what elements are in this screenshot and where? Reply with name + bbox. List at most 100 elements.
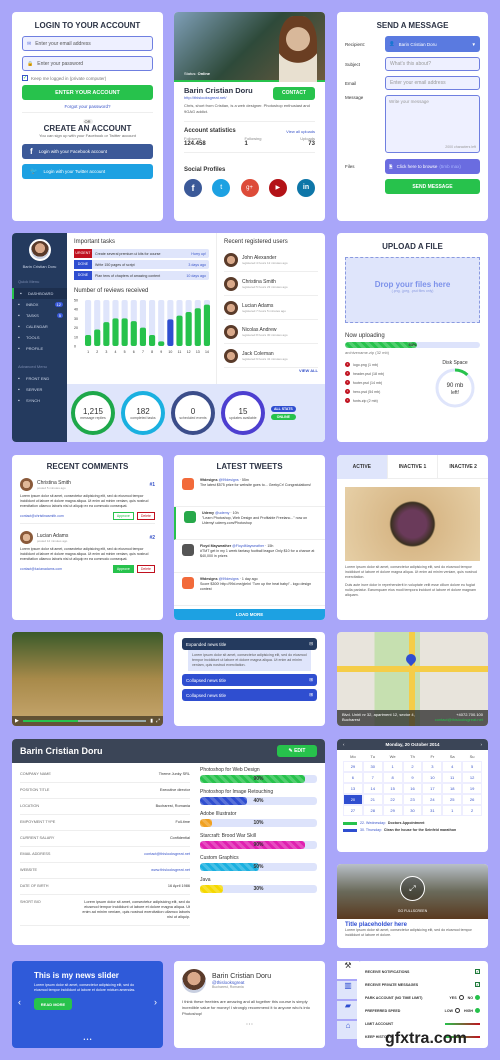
radio-a[interactable] xyxy=(458,995,464,1000)
sidebar-item-synch[interactable]: ▪ SYNCH xyxy=(12,395,67,406)
view-all-uploads-link[interactable]: View all uploads xyxy=(286,129,315,134)
setting-checkbox[interactable]: ✓ xyxy=(475,969,480,974)
bar-6[interactable] xyxy=(130,321,137,346)
sidebar-item-profile[interactable]: ▪ PROFILE xyxy=(12,343,67,354)
calendar-day[interactable]: 18 xyxy=(442,783,463,794)
sidebar-item-tools[interactable]: ▪ TOOLS xyxy=(12,332,67,343)
contact-button[interactable]: CONTACT xyxy=(273,86,315,100)
calendar-day[interactable]: 2 xyxy=(462,805,482,816)
user-item[interactable]: Jack Coleman registered 9 hours 41 minute… xyxy=(224,344,318,368)
bar-7[interactable] xyxy=(139,327,146,346)
delete-button[interactable]: Delete xyxy=(136,512,155,520)
calendar-day[interactable]: 27 xyxy=(343,805,363,816)
bar-12[interactable] xyxy=(185,311,192,346)
calendar-day[interactable]: 24 xyxy=(422,794,443,805)
calendar-day[interactable]: 11 xyxy=(442,772,463,783)
remember-checkbox[interactable]: ✓ xyxy=(22,75,28,81)
tab-stats[interactable]: ▥ xyxy=(337,981,359,999)
bar-8[interactable] xyxy=(149,334,156,346)
radio-b[interactable] xyxy=(475,1008,480,1013)
file-browse-button[interactable]: 🗎 Click here to browse (5mb max) xyxy=(385,159,480,174)
tab-home[interactable]: ⌂ xyxy=(337,1021,359,1039)
tweet[interactable]: 99designs @99designs · 1 day ago Score $3… xyxy=(174,573,325,606)
profile-url[interactable]: http://thislooksgreat.net/ xyxy=(184,95,253,100)
youtube-icon[interactable]: ▶ xyxy=(268,179,287,197)
accordion-expanded-header[interactable]: Expanded news title ⊟ xyxy=(182,638,317,650)
bar-4[interactable] xyxy=(112,318,119,346)
map-card[interactable]: Blvd. Unirii nr 32, apartment 12, sector… xyxy=(337,632,488,726)
twitter-login-button[interactable]: 🐦 Login with your Twitter account xyxy=(22,164,153,179)
subject-input[interactable]: What's this about? xyxy=(385,57,480,71)
bar-2[interactable] xyxy=(94,329,101,346)
remove-file-icon[interactable]: × xyxy=(345,389,350,394)
next-slide-icon[interactable]: › xyxy=(154,997,157,1007)
delete-button[interactable]: Delete xyxy=(136,565,155,573)
tab-inactive-2[interactable]: INACTIVE 2 xyxy=(437,455,488,479)
send-message-button[interactable]: SEND MESSAGE xyxy=(385,179,480,194)
calendar-day[interactable]: 23 xyxy=(402,794,423,805)
google-plus-icon[interactable]: g+ xyxy=(240,179,259,197)
calendar-day[interactable]: 17 xyxy=(422,783,443,794)
user-item[interactable]: Nicolas Andrew registered 8 hours 30 minu… xyxy=(224,320,318,344)
tab-active[interactable]: ACTIVE xyxy=(337,455,387,479)
bar-14[interactable] xyxy=(203,304,210,346)
calendar-day[interactable]: 2 xyxy=(402,761,423,772)
calendar-day[interactable]: 1 xyxy=(442,805,463,816)
calendar-day[interactable]: 9 xyxy=(402,772,423,783)
tweet-handle[interactable]: @FloydMayweather xyxy=(232,544,264,548)
accordion-collapsed-header[interactable]: Collapsed news title ⊞ xyxy=(182,689,317,701)
task-item[interactable]: DONE Write 150 pages of script 3 days ago xyxy=(74,260,209,269)
calendar-day[interactable]: 1 xyxy=(382,761,403,772)
sidebar-item-calendar[interactable]: ▪ CALENDAR xyxy=(12,321,67,332)
calendar-day[interactable]: 31 xyxy=(422,805,443,816)
tweet-handle[interactable]: @udemy xyxy=(215,511,229,515)
enter-account-button[interactable]: ENTER YOUR ACCOUNT xyxy=(22,85,153,100)
calendar-day[interactable]: 4 xyxy=(442,761,463,772)
calendar-day[interactable]: 26 xyxy=(462,794,482,805)
calendar-day[interactable]: 29 xyxy=(343,761,363,772)
remove-file-icon[interactable]: × xyxy=(345,398,350,403)
calendar-day[interactable]: 6 xyxy=(343,772,363,783)
calendar-day[interactable]: 16 xyxy=(402,783,423,794)
map-pin-icon[interactable] xyxy=(403,651,419,667)
drop-zone[interactable]: Drop your files here (.png, .jpeg, .psd f… xyxy=(345,257,480,323)
bar-11[interactable] xyxy=(176,315,183,346)
tweet-handle[interactable]: @99designs xyxy=(219,478,239,482)
calendar-day[interactable]: 5 xyxy=(462,761,482,772)
setting-checkbox[interactable]: ✓ xyxy=(475,982,480,987)
sidebar-item-tasks[interactable]: ▪ TASKS 5 xyxy=(12,310,67,321)
slider-dots[interactable]: • • • xyxy=(12,1037,163,1043)
message-textarea[interactable]: Write your message 2000 characters left xyxy=(385,95,480,153)
user-item[interactable]: Christina Smith registered 5 hours 23 min… xyxy=(224,272,318,296)
user-item[interactable]: John Alexander registered 4 hours 12 minu… xyxy=(224,248,318,272)
fullscreen-icon[interactable]: ⤢ xyxy=(400,876,425,901)
sidebar-item-inbox[interactable]: ▪ INBOX 12 xyxy=(12,299,67,310)
tab-tools[interactable]: ⚒ xyxy=(337,961,359,979)
calendar-day[interactable]: 28 xyxy=(362,805,383,816)
bar-1[interactable] xyxy=(85,334,92,346)
next-month-icon[interactable]: › xyxy=(481,742,483,747)
tweet-handle[interactable]: @99designs xyxy=(219,577,239,581)
approve-button[interactable]: Approve xyxy=(112,565,134,573)
tweet[interactable]: 99designs @99designs · 55m The latest $57… xyxy=(174,474,325,507)
testimonial-dots[interactable]: • • • xyxy=(182,1021,317,1026)
calendar-day[interactable]: 21 xyxy=(362,794,383,805)
twitter-icon[interactable]: t xyxy=(212,179,231,197)
password-field[interactable]: 🔒 Enter your password xyxy=(22,56,153,71)
prev-slide-icon[interactable]: ‹ xyxy=(18,997,21,1007)
bar-5[interactable] xyxy=(121,318,128,346)
calendar-day[interactable]: 22 xyxy=(382,794,403,805)
calendar-day[interactable]: 29 xyxy=(382,805,403,816)
remove-file-icon[interactable]: × xyxy=(345,380,350,385)
remove-file-icon[interactable]: × xyxy=(345,371,350,376)
field-value[interactable]: contact@thislooksgreat.net xyxy=(80,852,190,857)
calendar-day[interactable]: 25 xyxy=(442,794,463,805)
tweet[interactable]: Udemy @udemy · 10h "Learn Photoshop, Web … xyxy=(174,507,325,540)
video-player[interactable]: ▶ ▮ ⤢ xyxy=(12,632,163,726)
remove-file-icon[interactable]: × xyxy=(345,362,350,367)
load-more-button[interactable]: LOAD MORE xyxy=(174,609,325,620)
fullscreen-icon[interactable]: ⤢ xyxy=(156,718,160,724)
radio-b[interactable] xyxy=(475,995,480,1000)
comment-email[interactable]: contact@christinasmith.com xyxy=(20,514,113,518)
calendar-day[interactable]: 30 xyxy=(362,761,383,772)
